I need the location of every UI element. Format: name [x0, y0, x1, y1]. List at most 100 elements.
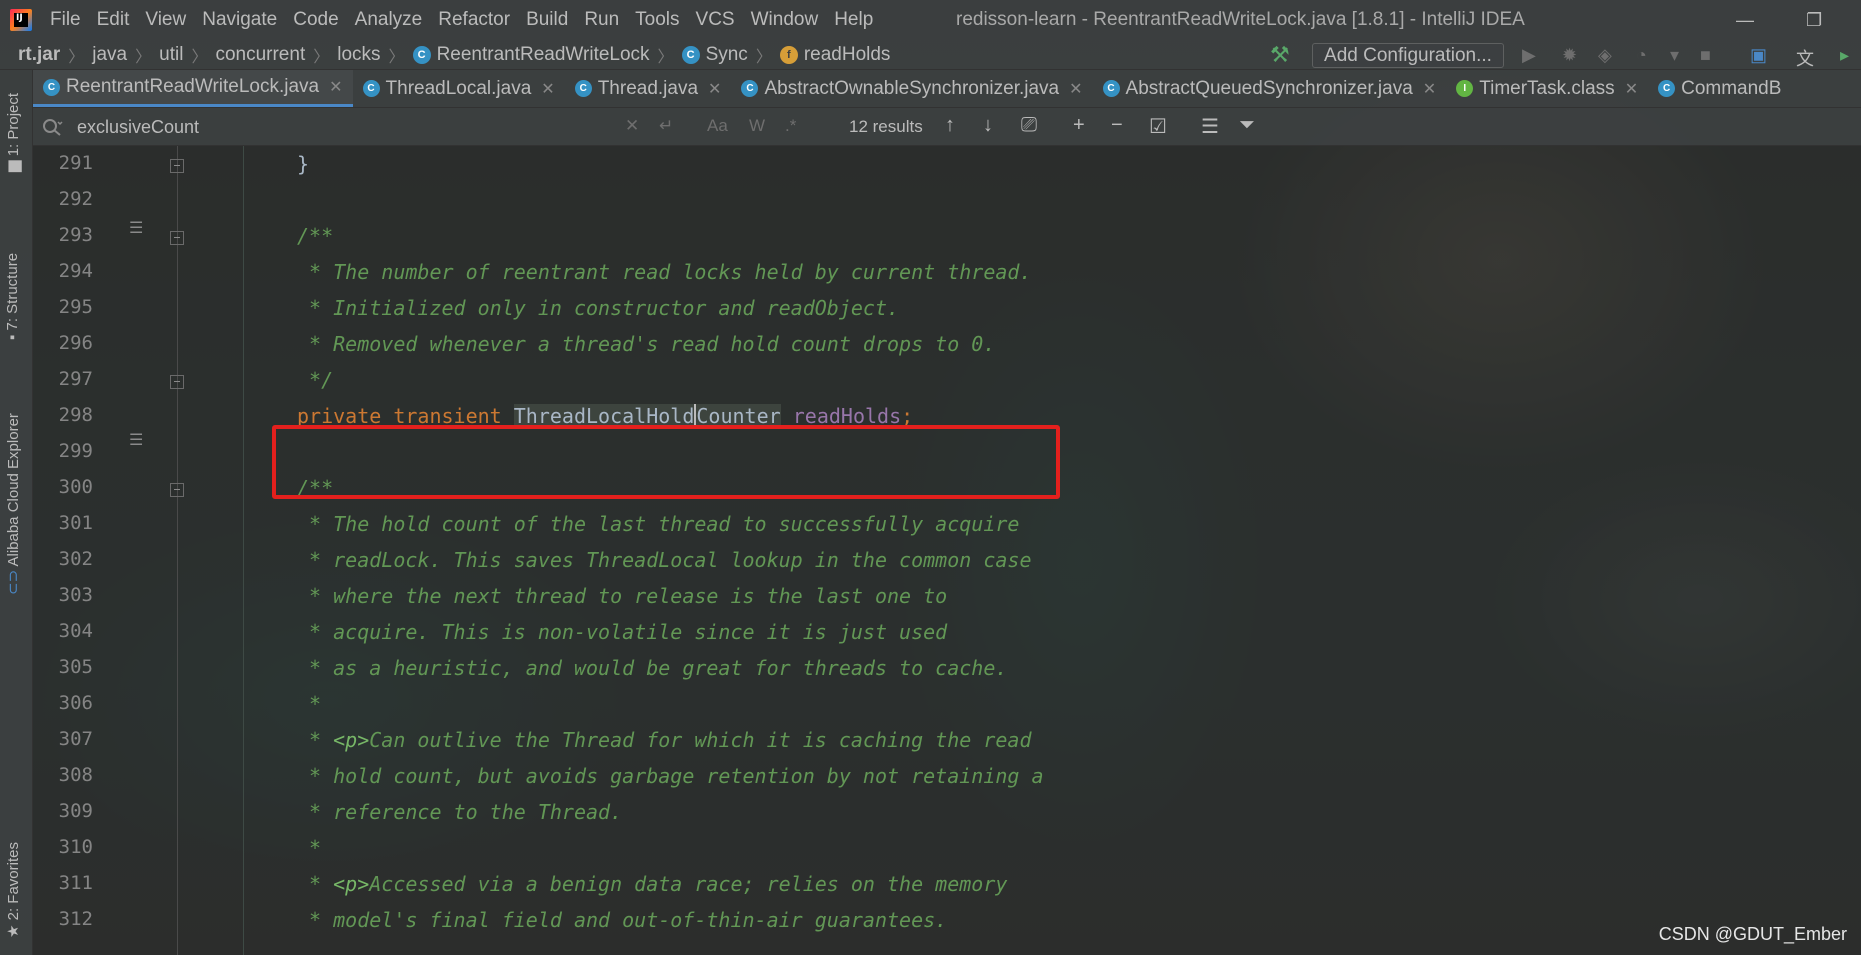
regex-toggle[interactable]: .*: [785, 116, 796, 136]
menu-refactor[interactable]: Refactor: [438, 9, 510, 31]
render-doc-icon[interactable]: ☰: [129, 218, 143, 238]
match-case-toggle[interactable]: Aa: [707, 116, 728, 136]
clear-search-icon[interactable]: ✕: [625, 116, 639, 136]
fold-marker-icon[interactable]: [170, 159, 184, 173]
close-icon[interactable]: ✕: [329, 77, 342, 97]
line-number: 298: [58, 404, 93, 426]
line-number: 293: [58, 224, 93, 246]
tab-commandb[interactable]: C CommandB: [1648, 70, 1791, 107]
code-line-312: * model's final field and out-of-thin-ai…: [297, 908, 948, 932]
search-icon[interactable]: [41, 117, 63, 137]
breadcrumb-item-sync[interactable]: C Sync: [681, 44, 748, 66]
code-line-291: }: [297, 152, 310, 176]
coverage-icon[interactable]: ◈: [1598, 45, 1612, 66]
side-tab-structure[interactable]: ▪ 7: Structure: [4, 253, 21, 340]
search-input[interactable]: [77, 114, 637, 140]
class-icon: C: [412, 45, 431, 64]
code-line-311: * <p>Accessed via a benign data race; re…: [297, 872, 1008, 896]
menu-navigate[interactable]: Navigate: [202, 9, 277, 31]
menu-vcs[interactable]: VCS: [696, 9, 735, 31]
breadcrumb-item-locks[interactable]: locks: [337, 44, 380, 66]
side-tab-project[interactable]: ▆ 1: Project: [4, 93, 22, 172]
tab-thread[interactable]: C Thread.java ✕: [565, 70, 732, 107]
add-occurrence-icon[interactable]: +: [1073, 114, 1085, 137]
select-all-occurrences-icon[interactable]: ☑: [1149, 114, 1167, 139]
menu-file[interactable]: File: [50, 9, 81, 31]
line-number: 312: [58, 908, 93, 930]
line-number: 306: [58, 692, 93, 714]
close-icon[interactable]: ✕: [541, 79, 554, 99]
translate-icon[interactable]: 文: [1796, 45, 1814, 71]
debug-icon[interactable]: ✹: [1562, 45, 1577, 66]
fold-marker-icon[interactable]: [170, 231, 184, 245]
close-icon[interactable]: ✕: [708, 79, 721, 99]
close-icon[interactable]: ✕: [1423, 79, 1436, 99]
tab-timertask[interactable]: I TimerTask.class ✕: [1446, 70, 1648, 107]
tab-label: AbstractOwnableSynchronizer.java: [764, 77, 1060, 99]
code-line-307: * <p>Can outlive the Thread for which it…: [297, 728, 1032, 752]
close-icon[interactable]: ✕: [1069, 79, 1082, 99]
search-results-count: 12 results: [849, 117, 923, 136]
editor-tab-bar: C ReentrantReadWriteLock.java ✕ C Thread…: [33, 70, 1861, 108]
close-icon[interactable]: ✕: [1625, 79, 1638, 99]
alibaba-cloud-icon: ⊂⊃: [5, 566, 22, 595]
breadcrumb-item-java[interactable]: java: [92, 44, 127, 66]
menu-tools[interactable]: Tools: [635, 9, 679, 31]
line-number: 299: [58, 440, 93, 462]
breadcrumb-item-class[interactable]: C ReentrantReadWriteLock: [412, 44, 650, 66]
chevron-right-icon: 〉: [68, 48, 85, 66]
menu-view[interactable]: View: [145, 9, 186, 31]
filter-icon[interactable]: ⏷: [1239, 114, 1255, 137]
fold-marker-icon[interactable]: [170, 375, 184, 389]
add-configuration-button[interactable]: Add Configuration...: [1312, 43, 1504, 68]
title-bar: IJ File Edit View Navigate Code Analyze …: [0, 0, 1861, 40]
build-hammer-icon[interactable]: ⚒: [1270, 42, 1290, 68]
project-structure-icon[interactable]: ▣: [1750, 45, 1767, 66]
run-panel-icon[interactable]: ▸: [1840, 45, 1849, 66]
filter-options-icon[interactable]: ☰: [1201, 114, 1219, 139]
side-tab-favorites[interactable]: ★ 2: Favorites: [4, 842, 22, 938]
whole-words-toggle[interactable]: W: [749, 116, 765, 136]
tab-label: TimerTask.class: [1479, 77, 1615, 99]
previous-occurrence-icon[interactable]: ↑: [945, 114, 955, 137]
line-number: 305: [58, 656, 93, 678]
menu-help[interactable]: Help: [834, 9, 873, 31]
menu-code[interactable]: Code: [293, 9, 338, 31]
tab-reentrantreadwritelock[interactable]: C ReentrantReadWriteLock.java ✕: [33, 70, 353, 107]
menu-analyze[interactable]: Analyze: [355, 9, 423, 31]
breadcrumb-item-concurrent[interactable]: concurrent: [215, 44, 305, 66]
menu-window[interactable]: Window: [751, 9, 819, 31]
class-icon: C: [681, 45, 700, 64]
breadcrumb-item-util[interactable]: util: [159, 44, 183, 66]
line-number: 301: [58, 512, 93, 534]
tab-label: ReentrantReadWriteLock.java: [66, 76, 320, 97]
code-editor[interactable]: 291 292 293 294 295 296 297 298 299 300 …: [33, 146, 1861, 955]
tab-label: ThreadLocal.java: [385, 77, 532, 99]
render-doc-icon[interactable]: ☰: [129, 430, 143, 450]
code-line-308: * hold count, but avoids garbage retenti…: [297, 764, 1044, 788]
side-tab-alibaba-cloud[interactable]: ⊂⊃ Alibaba Cloud Explorer: [4, 413, 22, 595]
minimize-icon[interactable]: —: [1736, 10, 1754, 31]
breadcrumb-item-field[interactable]: f readHolds: [779, 44, 890, 66]
class-icon: C: [43, 78, 60, 96]
chevron-right-icon: 〉: [388, 48, 405, 66]
remove-occurrence-icon[interactable]: −: [1111, 114, 1123, 137]
menu-build[interactable]: Build: [526, 9, 568, 31]
menu-run[interactable]: Run: [584, 9, 619, 31]
menu-edit[interactable]: Edit: [97, 9, 130, 31]
breadcrumb-item-rt-jar[interactable]: rt.jar: [18, 44, 60, 66]
profile-icon[interactable]: ◔: [1636, 45, 1647, 66]
run-icon[interactable]: ▶: [1522, 45, 1536, 66]
tab-abstractqueuedsynchronizer[interactable]: C AbstractQueuedSynchronizer.java ✕: [1093, 70, 1447, 107]
dropdown-icon[interactable]: ▾: [1670, 45, 1679, 66]
line-number: 310: [58, 836, 93, 858]
restore-icon[interactable]: ❐: [1806, 10, 1822, 31]
fold-marker-icon[interactable]: [170, 483, 184, 497]
new-line-icon[interactable]: ↵: [659, 116, 673, 136]
chevron-right-icon: 〉: [191, 48, 208, 66]
open-in-window-icon[interactable]: ⎚: [1021, 114, 1037, 137]
stop-icon[interactable]: ■: [1700, 45, 1711, 66]
tab-abstractownablesynchronizer[interactable]: C AbstractOwnableSynchronizer.java ✕: [731, 70, 1092, 107]
tab-threadlocal[interactable]: C ThreadLocal.java ✕: [353, 70, 565, 107]
next-occurrence-icon[interactable]: ↓: [983, 114, 993, 137]
